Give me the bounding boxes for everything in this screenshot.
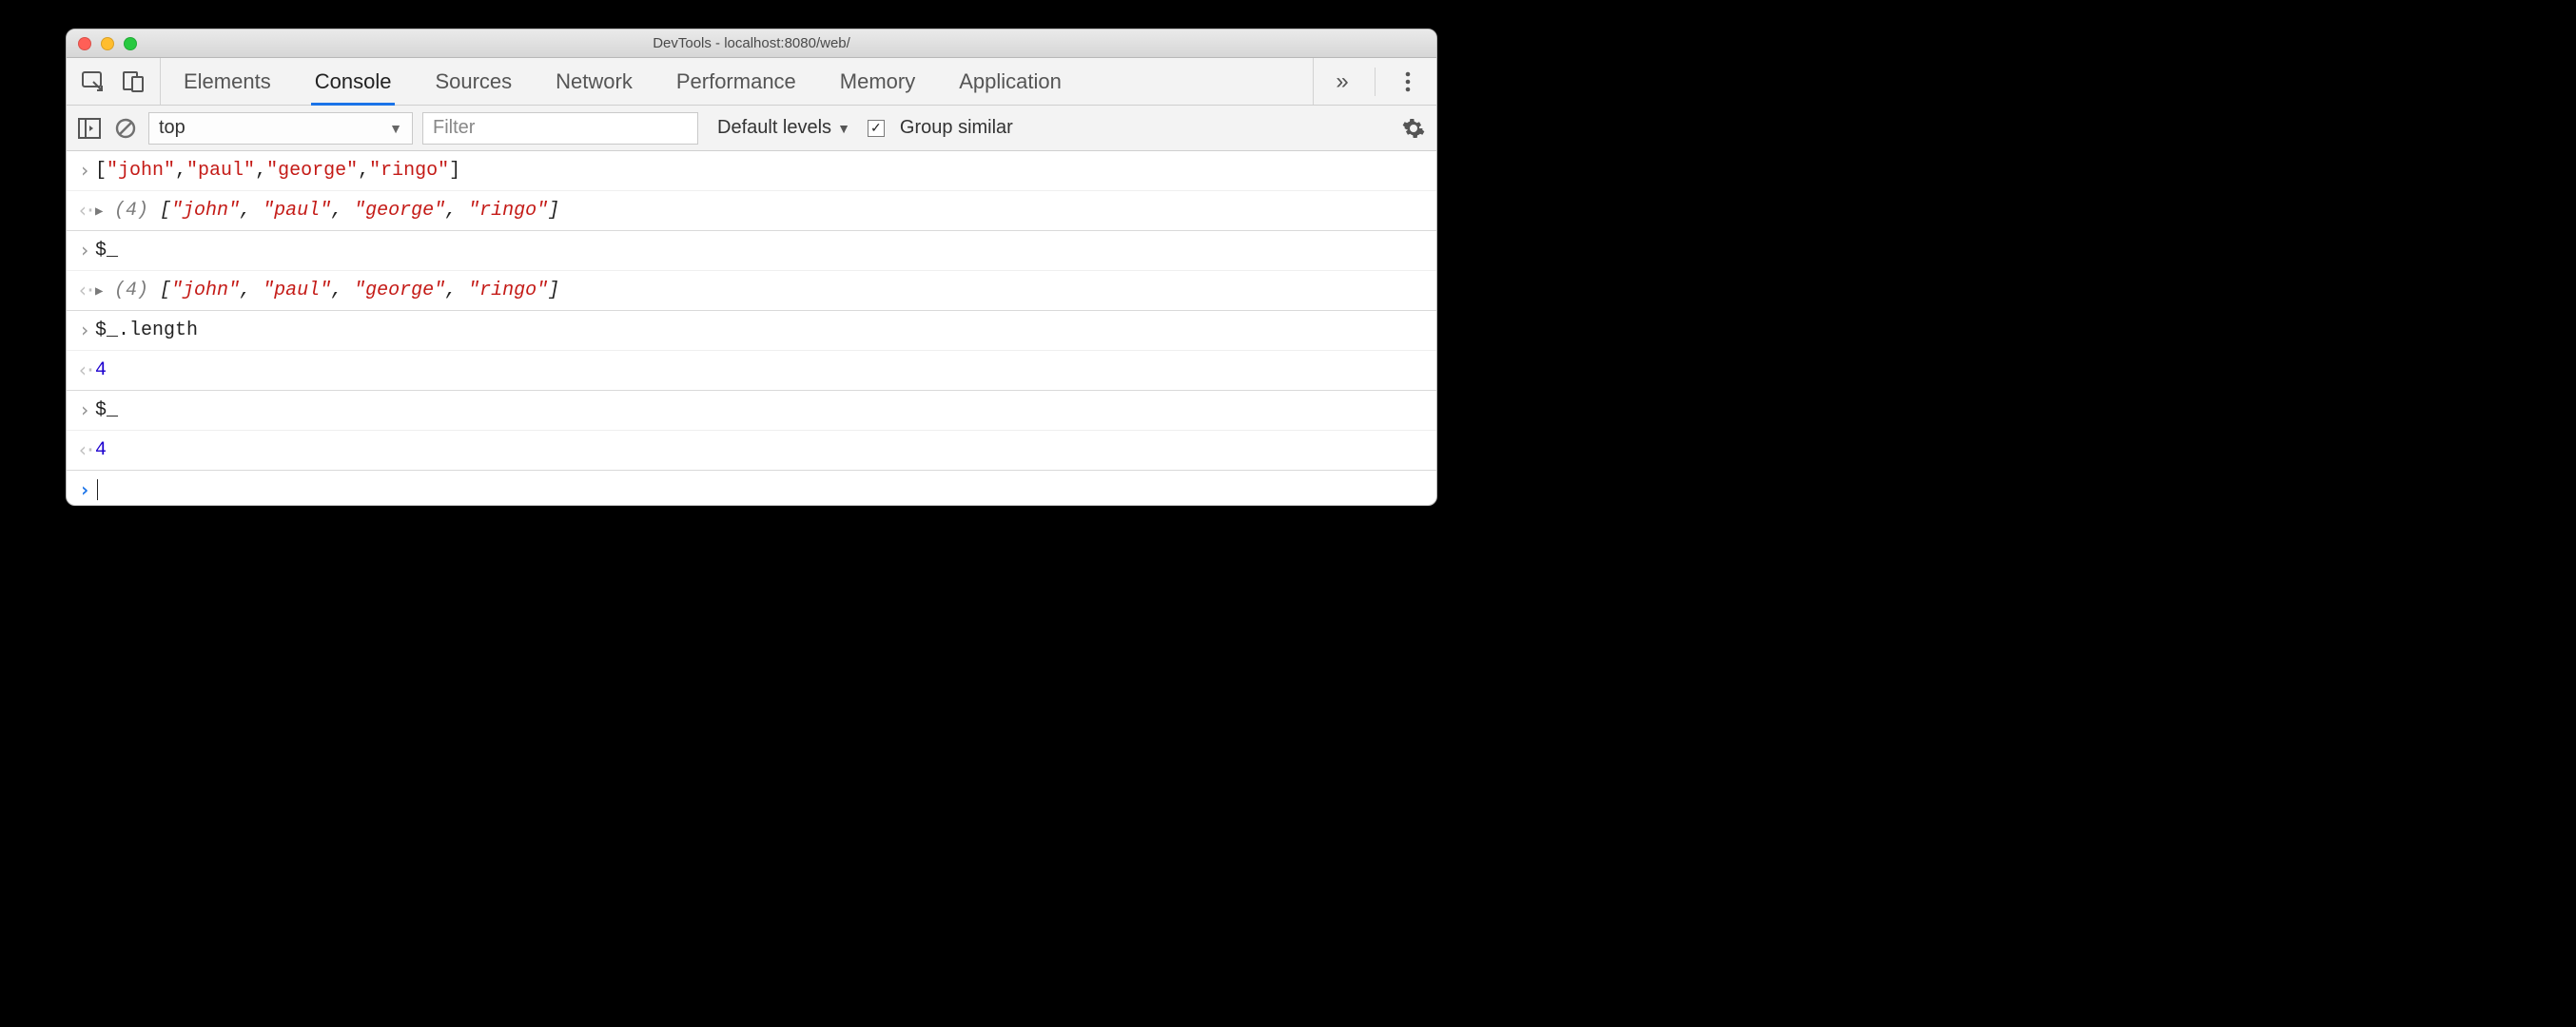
console-input-row: ›$_	[67, 391, 1436, 431]
output-chevron-icon: ‹·	[74, 277, 95, 304]
prompt-chevron-icon: ›	[74, 476, 95, 504]
row-content: ▶(4) ["john", "paul", "george", "ringo"]	[95, 277, 1427, 304]
console-input-row: ›["john","paul","george","ringo"]	[67, 151, 1436, 191]
token-num: 4	[95, 359, 107, 381]
devtools-window: DevTools - localhost:8080/web/ E	[66, 29, 1437, 506]
token-str: "george"	[266, 160, 358, 182]
token-punct: ,	[175, 160, 186, 182]
toggle-console-sidebar-icon[interactable]	[76, 115, 103, 142]
token-str: "george"	[354, 200, 445, 222]
execution-context-selector[interactable]: top ▼	[148, 112, 413, 145]
window-titlebar: DevTools - localhost:8080/web/	[67, 29, 1436, 58]
tab-performance[interactable]: Performance	[676, 58, 796, 105]
token-punct: [	[160, 200, 171, 222]
array-length-hint: (4)	[114, 280, 160, 301]
tab-application[interactable]: Application	[959, 58, 1062, 105]
token-punct: ,	[445, 280, 468, 301]
console-prompt-row[interactable]: ›	[67, 471, 1436, 505]
token-plain: $_	[95, 399, 118, 421]
row-content	[95, 476, 1427, 504]
disclosure-triangle-icon[interactable]: ▶	[95, 282, 110, 301]
console-output-row: ‹·4	[67, 351, 1436, 391]
console-output-row: ‹·4	[67, 431, 1436, 471]
chevron-down-icon: ▼	[837, 121, 850, 136]
input-chevron-icon: ›	[74, 157, 95, 184]
row-content: 4	[95, 436, 1427, 464]
token-punct: ,	[255, 160, 266, 182]
tab-elements[interactable]: Elements	[184, 58, 271, 105]
group-similar-checkbox[interactable]: ✓	[868, 120, 885, 137]
token-punct: [	[95, 160, 107, 182]
token-punct: ,	[358, 160, 369, 182]
token-str: "john"	[171, 200, 240, 222]
main-toolbar: Elements Console Sources Network Performance…	[67, 58, 1436, 106]
token-str: "paul"	[263, 200, 331, 222]
output-chevron-icon: ‹·	[74, 436, 95, 464]
row-content: $_	[95, 237, 1427, 264]
console-input-row: ›$_	[67, 231, 1436, 271]
token-str: "paul"	[263, 280, 331, 301]
window-title: DevTools - localhost:8080/web/	[67, 35, 1436, 51]
token-str: "ringo"	[468, 280, 548, 301]
console-filter-input[interactable]	[422, 112, 698, 145]
token-str: "paul"	[186, 160, 255, 182]
log-levels-label: Default levels	[717, 117, 831, 139]
output-chevron-icon: ‹·	[74, 197, 95, 224]
row-content: ▶(4) ["john", "paul", "george", "ringo"]	[95, 197, 1427, 224]
row-content: ["john","paul","george","ringo"]	[95, 157, 1427, 184]
divider	[1375, 68, 1376, 96]
tab-console[interactable]: Console	[315, 58, 392, 105]
more-tabs-icon[interactable]: »	[1329, 68, 1356, 95]
token-str: "ringo"	[369, 160, 449, 182]
row-content: $_	[95, 397, 1427, 424]
toolbar-right-group: »	[1313, 58, 1436, 105]
panel-tabs: Elements Console Sources Network Performance…	[161, 58, 1313, 105]
tab-sources[interactable]: Sources	[435, 58, 512, 105]
row-content: 4	[95, 357, 1427, 384]
token-punct: ,	[331, 200, 354, 222]
execution-context-value: top	[159, 117, 185, 139]
row-content: $_.length	[95, 317, 1427, 344]
console-toolbar: top ▼ Default levels ▼ ✓ Group similar	[67, 106, 1436, 151]
tab-network[interactable]: Network	[556, 58, 633, 105]
output-chevron-icon: ‹·	[74, 357, 95, 384]
token-num: 4	[95, 439, 107, 461]
toggle-device-toolbar-icon[interactable]	[120, 68, 146, 95]
token-str: "john"	[171, 280, 240, 301]
text-caret	[97, 479, 98, 500]
console-input-row: ›$_.length	[67, 311, 1436, 351]
token-punct: [	[160, 280, 171, 301]
console-output[interactable]: ›["john","paul","george","ringo"]‹·▶(4) …	[67, 151, 1436, 505]
console-output-row: ‹·▶(4) ["john", "paul", "george", "ringo…	[67, 271, 1436, 311]
token-punct: ,	[240, 280, 263, 301]
toolbar-left-group	[67, 58, 161, 105]
array-length-hint: (4)	[114, 200, 160, 222]
inspect-element-icon[interactable]	[80, 68, 107, 95]
group-similar-label: Group similar	[900, 117, 1013, 139]
kebab-menu-icon[interactable]	[1395, 68, 1421, 95]
token-punct: ,	[445, 200, 468, 222]
log-levels-selector[interactable]: Default levels ▼	[708, 117, 850, 139]
token-punct: ]	[548, 200, 559, 222]
input-chevron-icon: ›	[74, 237, 95, 264]
tab-memory[interactable]: Memory	[840, 58, 915, 105]
token-punct: ]	[548, 280, 559, 301]
token-plain: $_.length	[95, 320, 198, 341]
token-str: "john"	[107, 160, 175, 182]
console-settings-icon[interactable]	[1400, 115, 1427, 142]
disclosure-triangle-icon[interactable]: ▶	[95, 203, 110, 222]
token-plain: $_	[95, 240, 118, 262]
clear-console-icon[interactable]	[112, 115, 139, 142]
input-chevron-icon: ›	[74, 317, 95, 344]
token-str: "ringo"	[468, 200, 548, 222]
token-punct: ]	[449, 160, 460, 182]
console-output-row: ‹·▶(4) ["john", "paul", "george", "ringo…	[67, 191, 1436, 231]
input-chevron-icon: ›	[74, 397, 95, 424]
token-punct: ,	[331, 280, 354, 301]
chevron-down-icon: ▼	[389, 121, 402, 136]
token-str: "george"	[354, 280, 445, 301]
token-punct: ,	[240, 200, 263, 222]
